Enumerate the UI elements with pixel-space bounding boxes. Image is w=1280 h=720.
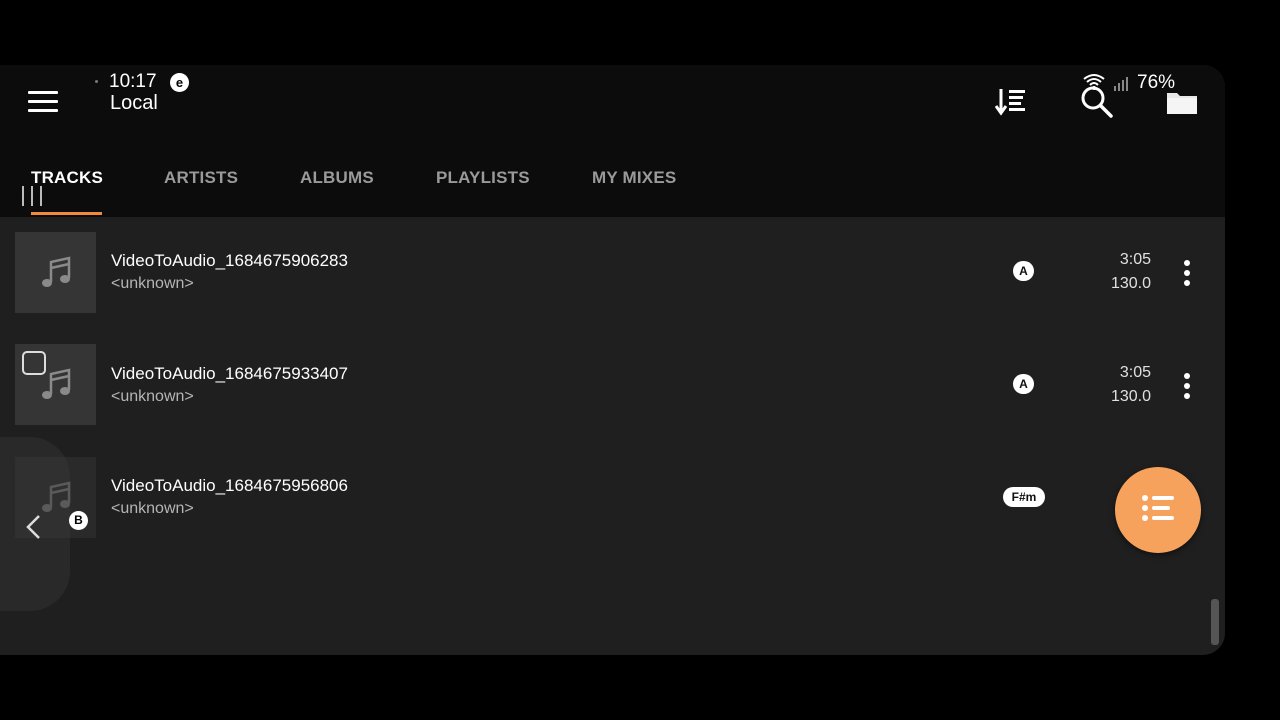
selection-checkbox[interactable] [22,351,46,375]
key-badge: A [1013,261,1034,281]
track-bpm: 130.0 [1110,388,1151,405]
track-title: VideoToAudio_1684675956806 [111,476,348,495]
folder-icon[interactable] [1166,89,1198,115]
key-badge: A [1013,374,1034,394]
track-duration: 3:05 [1119,251,1151,268]
scrollbar-thumb[interactable] [1211,599,1219,645]
back-arrow-icon[interactable] [24,513,44,541]
more-options-icon[interactable] [1176,373,1198,403]
track-artist: <unknown> [111,388,194,405]
tab-bar: TRACKS ARTISTS ALBUMS PLAYLISTS MY MIXES [0,165,1225,217]
status-dot [95,80,98,83]
track-duration: 3:05 [1119,364,1151,381]
music-note-icon [42,368,71,399]
notification-icon: e [170,73,189,92]
more-options-icon[interactable] [1176,260,1198,290]
sort-icon[interactable] [993,85,1027,119]
queue-list-icon [1142,495,1174,521]
search-icon[interactable] [1078,83,1116,121]
status-time: 10:17 [109,71,157,92]
hamburger-menu-icon[interactable] [28,91,58,113]
track-row[interactable]: VideoToAudio_1684675906283 <unknown> A 3… [0,230,1225,340]
track-title: VideoToAudio_1684675906283 [111,251,348,270]
queue-fab-button[interactable] [1115,467,1201,553]
tab-artists[interactable]: ARTISTS [164,168,238,188]
key-badge: F#m [1003,487,1045,507]
tab-playlists[interactable]: PLAYLISTS [436,168,530,188]
track-title: VideoToAudio_1684675933407 [111,364,348,383]
b-overlay-badge: B [69,511,88,530]
music-note-icon [42,256,71,287]
app-screen: 10:17 e Local 76% TRACKS ARTISTS ALBUMS … [0,65,1225,655]
tab-my-mixes[interactable]: MY MIXES [592,168,676,188]
top-app-bar: 10:17 e Local 76% TRACKS ARTISTS ALBUMS … [0,65,1225,217]
track-row[interactable]: VideoToAudio_1684675956806 <unknown> F#m… [0,455,1225,565]
track-artist: <unknown> [111,275,194,292]
tab-tracks[interactable]: TRACKS [31,168,103,188]
track-bpm: 130.0 [1110,275,1151,292]
track-artist: <unknown> [111,500,194,517]
album-art-placeholder [15,232,96,313]
active-tab-indicator [31,212,102,215]
tab-albums[interactable]: ALBUMS [300,168,374,188]
track-row[interactable]: VideoToAudio_1684675933407 <unknown> A 3… [0,343,1225,453]
page-title: Local [110,92,158,114]
